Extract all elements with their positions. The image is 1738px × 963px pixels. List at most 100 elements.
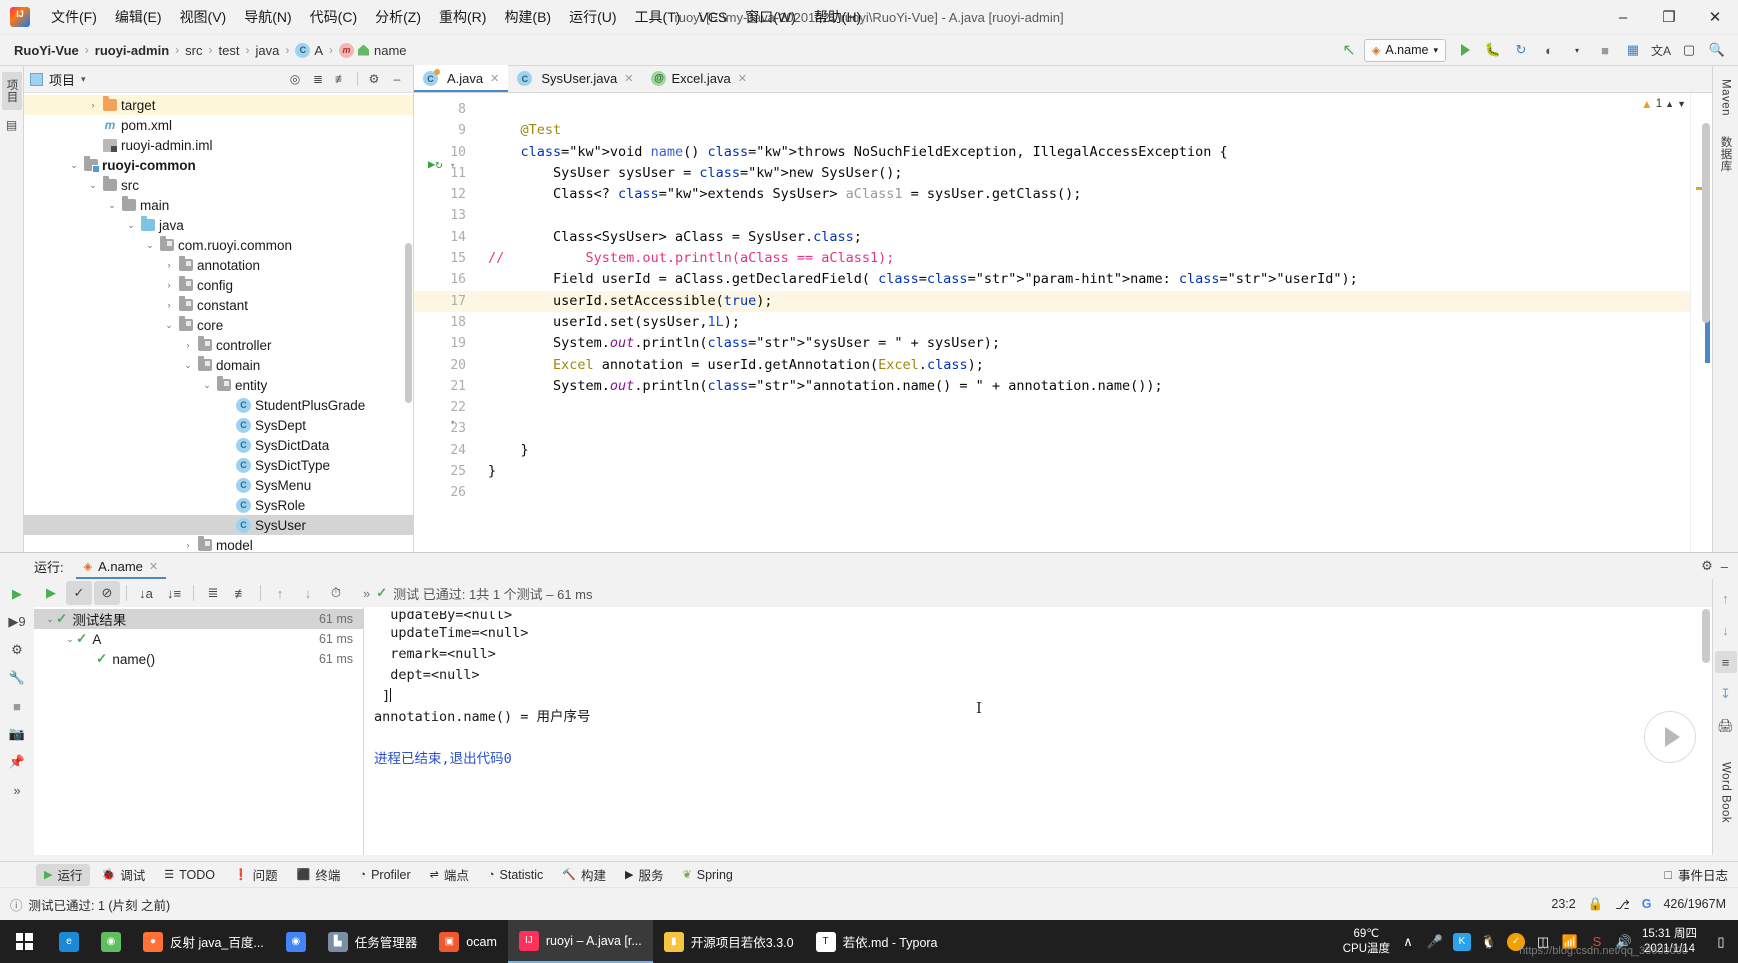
tree-node[interactable]: C SysDictType <box>24 455 413 475</box>
chevron-down-icon[interactable]: ⌄ <box>87 180 99 191</box>
tree-node[interactable]: ⌄ entity <box>24 375 413 395</box>
structure-icon[interactable]: ▤ <box>3 116 21 134</box>
tool-button-build[interactable]: 🔨 构建 <box>554 864 614 886</box>
soft-wrap-icon[interactable]: ≡ <box>1714 651 1737 673</box>
tree-node[interactable]: ⌄ com.ruoyi.common <box>24 235 413 255</box>
gear-icon[interactable]: ⚙ <box>1701 558 1713 574</box>
project-tree-scrollbar[interactable] <box>405 243 412 403</box>
battery-icon[interactable]: ◫ <box>1534 933 1552 951</box>
breadcrumb-item-0[interactable]: RuoYi-Vue <box>14 43 79 58</box>
menu-item-7[interactable]: 构建(B) <box>495 3 560 31</box>
taskbar-app-4[interactable]: ▙ 任务管理器 <box>317 920 429 963</box>
search-icon[interactable]: 🔍 <box>1704 38 1730 62</box>
menu-item-4[interactable]: 代码(C) <box>301 3 366 31</box>
show-passed-icon[interactable]: ✓ <box>66 581 92 605</box>
taskbar-app-3[interactable]: ◉ <box>275 920 317 963</box>
tree-node[interactable]: › annotation <box>24 255 413 275</box>
tool-button-endpoints[interactable]: ⇌ 端点 <box>422 864 477 886</box>
gear-icon[interactable]: ⚙ <box>364 69 384 89</box>
test-tree-row[interactable]: ✓ name() 61 ms <box>34 649 363 669</box>
tree-node[interactable]: › config <box>24 275 413 295</box>
play-icon[interactable]: ▶ <box>6 583 28 605</box>
qq-icon[interactable]: 🐧 <box>1480 933 1498 951</box>
breadcrumb-item-4[interactable]: java <box>255 43 279 58</box>
chevron-right-icon[interactable]: › <box>163 300 175 310</box>
menu-item-6[interactable]: 重构(R) <box>430 3 495 31</box>
editor-tab-a-java[interactable]: C A.java ✕ <box>414 65 509 92</box>
editor-tab-excel-java[interactable]: @ Excel.java ✕ <box>642 65 755 92</box>
maximize-button[interactable]: ❐ <box>1646 0 1692 34</box>
tool-button-spring[interactable]: ❦ Spring <box>675 864 741 886</box>
ignore-icon[interactable]: ⊘ <box>94 581 120 605</box>
menu-item-0[interactable]: 文件(F) <box>42 3 106 31</box>
tree-node[interactable]: ruoyi-admin.iml <box>24 135 413 155</box>
chevron-down-icon[interactable]: ⌄ <box>68 160 80 171</box>
volume-icon[interactable]: 🔊 <box>1615 933 1633 951</box>
breadcrumb-item-2[interactable]: src <box>185 43 202 58</box>
tree-node[interactable]: m pom.xml <box>24 115 413 135</box>
debug-icon[interactable]: ⚙ <box>6 639 28 661</box>
chevron-down-icon[interactable]: ▾ <box>81 74 86 85</box>
scroll-from-source-icon[interactable]: ◎ <box>285 69 305 89</box>
rail-tab-maven[interactable]: Maven <box>1718 72 1734 123</box>
tree-node[interactable]: ⌄ java <box>24 215 413 235</box>
tree-node[interactable]: ⌄ domain <box>24 355 413 375</box>
stop-button[interactable]: ■ <box>1592 38 1618 62</box>
taskbar-clock[interactable]: 15:31 周四 2021/1/14 <box>1642 927 1703 957</box>
tree-node[interactable]: ⌄ main <box>24 195 413 215</box>
network-icon[interactable]: 📶 <box>1561 933 1579 951</box>
project-pane-title-group[interactable]: 项目 ▾ <box>30 70 86 89</box>
run-tab-a-name[interactable]: ◈ A.name ✕ <box>75 553 167 579</box>
mic-icon[interactable]: 🎤 <box>1426 933 1444 951</box>
back-arrow-icon[interactable]: ↖ <box>1336 38 1362 62</box>
chevron-down-icon[interactable]: ⌄ <box>106 200 118 211</box>
hide-icon[interactable]: – <box>387 69 407 89</box>
fold-icon[interactable]: ▾ <box>450 418 455 428</box>
chevron-down-icon[interactable]: ⌄ <box>201 380 213 391</box>
show-desktop-icon[interactable]: ▯ <box>1712 933 1730 951</box>
breadcrumb-item-6[interactable]: m name <box>339 42 407 58</box>
taskbar-app-7[interactable]: ▮ 开源项目若依3.3.0 <box>653 920 805 963</box>
print-icon[interactable]: 🖨 <box>1715 715 1737 737</box>
chevron-down-icon[interactable]: ⌄ <box>182 360 194 371</box>
tree-node[interactable]: ⌄ core <box>24 315 413 335</box>
tree-node[interactable]: › controller <box>24 335 413 355</box>
translate-button[interactable]: 文A <box>1648 38 1674 62</box>
expand-all-icon[interactable]: ≣ <box>308 69 328 89</box>
rail-tab-database[interactable]: 数据库 <box>1716 129 1736 179</box>
close-button[interactable]: ✕ <box>1692 0 1738 34</box>
event-log-label[interactable]: 事件日志 <box>1678 865 1728 884</box>
console-output[interactable]: I updateBy=<null> updateTime=<null> rema… <box>364 607 1712 855</box>
run-with-coverage-button[interactable]: ↻ <box>1508 38 1534 62</box>
test-tree-row[interactable]: ⌄ ✓ 测试结果 61 ms <box>34 609 363 629</box>
tray-expand-icon[interactable]: ∧ <box>1399 933 1417 951</box>
tree-node[interactable]: C StudentPlusGrade <box>24 395 413 415</box>
tool-button-problem[interactable]: ❗ 问题 <box>226 864 286 886</box>
sort-alpha-icon[interactable]: ↓a <box>133 581 159 605</box>
rail-tab-word-book[interactable]: Word Book <box>1718 755 1734 830</box>
console-scrollbar[interactable] <box>1702 609 1710 663</box>
build-button[interactable]: ▦ <box>1620 38 1646 62</box>
chevron-down-icon[interactable]: ⌄ <box>163 320 175 331</box>
rail-tab-project[interactable]: 项目 <box>1 72 22 110</box>
tree-node[interactable]: C SysMenu <box>24 475 413 495</box>
chevron-down-icon[interactable]: ⌄ <box>44 614 56 625</box>
tool-button-terminal[interactable]: ⬛ 终端 <box>289 864 349 886</box>
breadcrumb-item-3[interactable]: test <box>219 43 240 58</box>
profile-button[interactable]: ◐ <box>1536 38 1562 62</box>
close-icon[interactable]: ✕ <box>149 560 158 573</box>
caret-position[interactable]: 23:2 <box>1551 897 1575 911</box>
next-problem-icon[interactable]: ▼ <box>1677 99 1686 109</box>
tool-button-services[interactable]: ▶ 服务 <box>617 864 671 886</box>
run-button[interactable] <box>1452 38 1478 62</box>
editor-tab-sysuser-java[interactable]: C SysUser.java ✕ <box>508 65 642 92</box>
tree-node[interactable]: C SysUser <box>24 515 413 535</box>
sort-duration-icon[interactable]: ↓≡ <box>161 581 187 605</box>
history-icon[interactable]: ⏱ <box>323 581 349 605</box>
pin-icon[interactable]: 📌 <box>6 751 28 773</box>
tree-node[interactable]: C SysDept <box>24 415 413 435</box>
menu-item-5[interactable]: 分析(Z) <box>366 3 430 31</box>
tool-button-bug[interactable]: 🐞 调试 <box>93 864 153 886</box>
profile-dropdown-icon[interactable]: ▾ <box>1564 38 1590 62</box>
scroll-to-end-icon[interactable]: ↧ <box>1715 683 1737 705</box>
